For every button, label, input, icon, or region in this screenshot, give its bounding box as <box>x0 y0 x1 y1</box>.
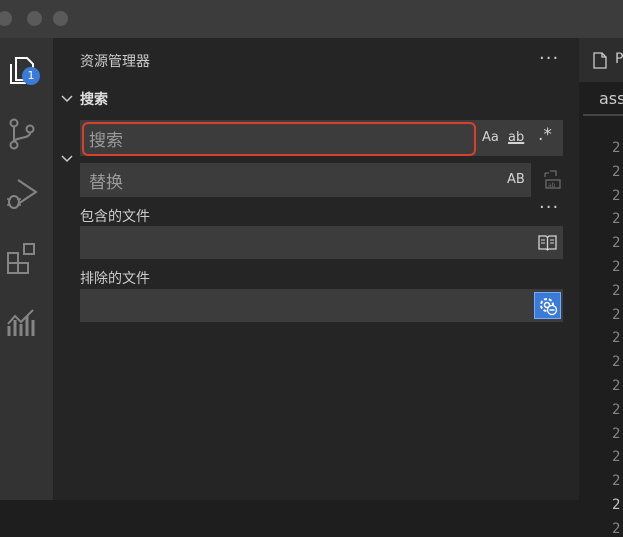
settings-gear-icon <box>540 298 558 316</box>
use-regex-button[interactable]: .* <box>538 125 552 145</box>
replace-input[interactable]: 替换 <box>80 163 531 197</box>
line-number: 2 <box>612 306 621 323</box>
match-whole-word-button[interactable]: ab <box>508 130 524 145</box>
line-number: 2 <box>612 282 621 299</box>
book-icon[interactable] <box>538 234 557 251</box>
editor-tab[interactable]: P <box>579 38 623 82</box>
close-window-button[interactable] <box>0 11 12 26</box>
line-number: 2 <box>612 378 621 394</box>
sidebar-more-button[interactable]: ··· <box>539 48 559 69</box>
include-files-label: 包含的文件 <box>80 209 150 225</box>
preserve-case-button[interactable]: AB <box>507 172 525 187</box>
line-number: 2 <box>612 259 621 275</box>
line-number: 2 <box>612 163 621 180</box>
extensions-icon[interactable] <box>4 240 40 276</box>
exclude-files-input[interactable] <box>80 289 563 322</box>
line-number: 2 <box>612 520 621 537</box>
use-exclude-settings-button[interactable] <box>534 292 561 319</box>
line-number: 2 <box>612 449 621 466</box>
line-number: 2 <box>612 497 621 513</box>
sidebar-title: 资源管理器 <box>80 54 150 70</box>
line-number: 2 <box>612 187 621 204</box>
source-control-icon[interactable] <box>4 116 40 152</box>
explorer-badge: 1 <box>22 67 40 85</box>
title-bar <box>0 0 623 38</box>
search-input-highlight <box>82 122 476 156</box>
analytics-icon[interactable] <box>4 304 40 340</box>
include-files-input[interactable] <box>80 226 563 259</box>
line-number: 2 <box>612 354 621 371</box>
match-case-button[interactable]: Aa <box>482 130 499 145</box>
editor-line-text: ass <box>599 89 623 108</box>
maximize-window-button[interactable] <box>53 11 68 26</box>
editor-divider <box>583 114 623 116</box>
line-number: 2 <box>612 473 621 490</box>
exclude-files-label: 排除的文件 <box>80 271 150 287</box>
minimize-window-button[interactable] <box>27 11 42 26</box>
replace-placeholder: 替换 <box>89 173 123 193</box>
chevron-down-icon[interactable] <box>60 92 74 106</box>
line-number: 2 <box>612 235 621 252</box>
file-icon <box>593 52 607 69</box>
line-number: 2 <box>612 211 621 228</box>
toggle-replace-chevron-icon[interactable] <box>60 152 74 166</box>
line-number: 2 <box>612 425 621 442</box>
search-details-toggle[interactable]: ··· <box>539 197 559 218</box>
editor-tab-label: P <box>615 51 623 67</box>
line-number: 2 <box>612 140 621 156</box>
search-section-title: 搜索 <box>80 92 108 108</box>
svg-text:ab: ab <box>548 182 556 189</box>
line-number: 2 <box>612 330 621 347</box>
run-debug-icon[interactable] <box>4 176 40 212</box>
line-number: 2 <box>612 401 621 418</box>
replace-all-icon[interactable]: ab <box>541 168 563 190</box>
